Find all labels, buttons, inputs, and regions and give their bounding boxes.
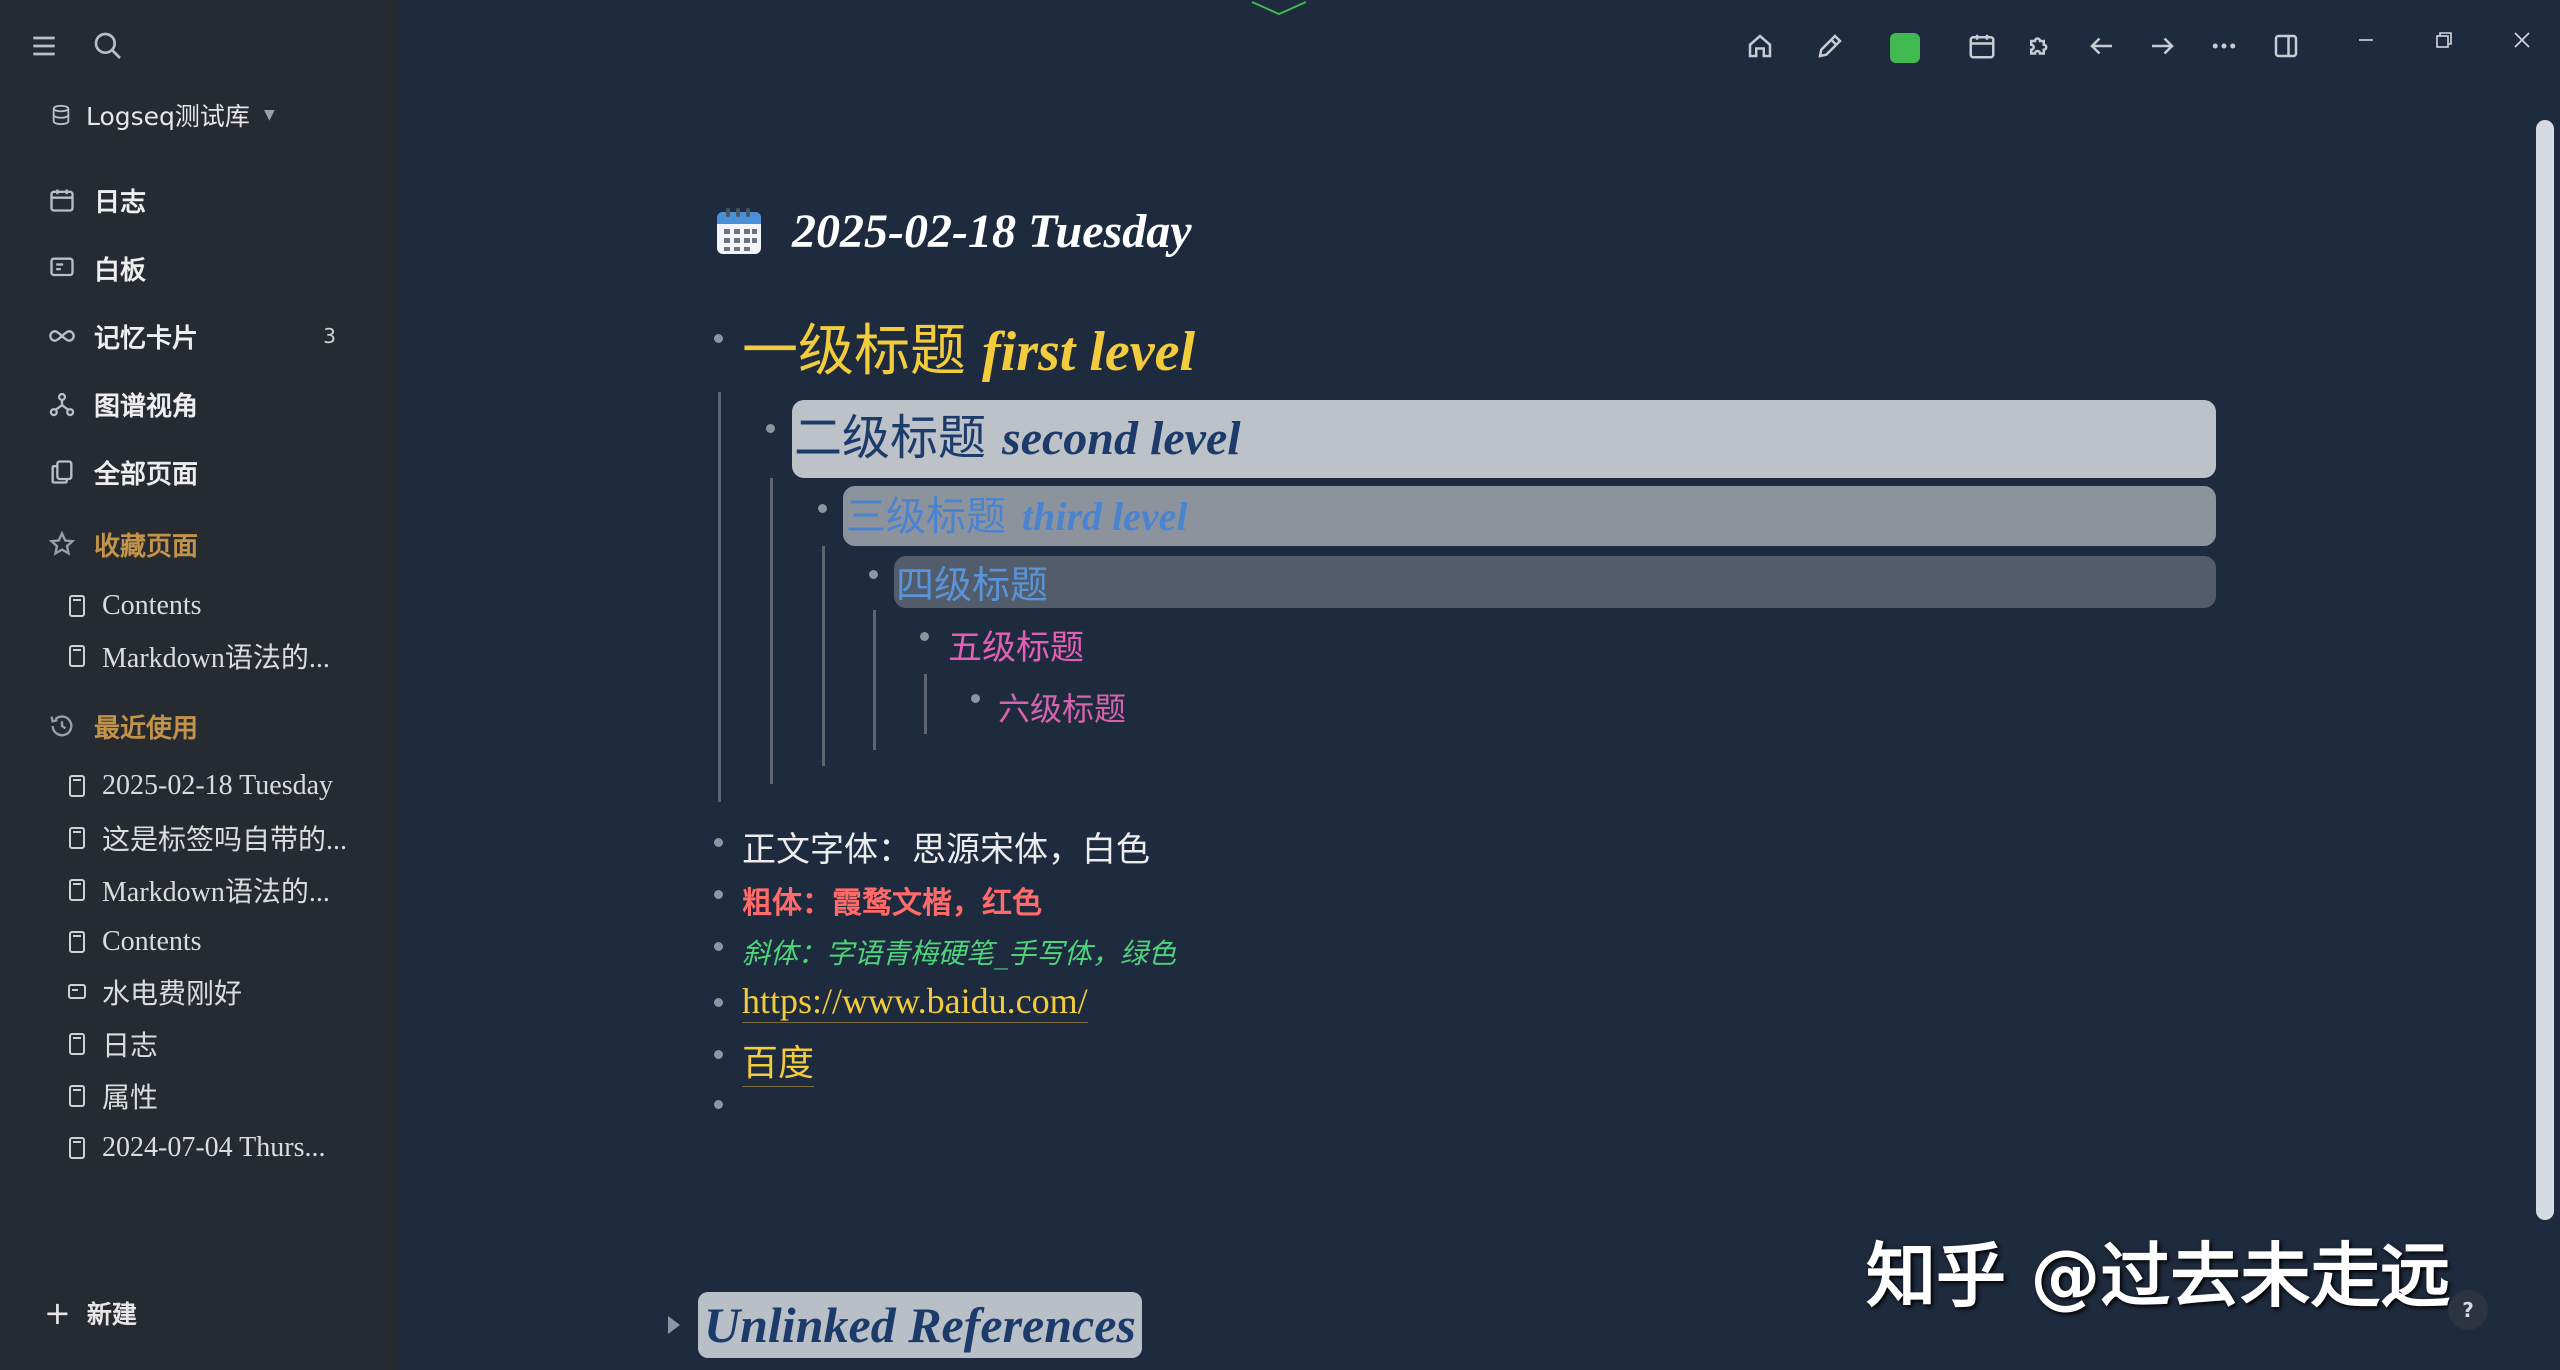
help-button[interactable]: ? <box>2448 1290 2488 1330</box>
block-bullet[interactable] <box>869 570 878 579</box>
triangle-right-icon <box>668 1316 680 1334</box>
page-icon <box>66 826 88 850</box>
block-bullet[interactable] <box>714 334 723 343</box>
outline-guide <box>873 610 876 750</box>
puzzle-icon[interactable] <box>2018 24 2062 68</box>
url-link[interactable]: https://www.baidu.com/ <box>742 980 1088 1023</box>
heading-highlight <box>894 556 2216 608</box>
nav-all-pages[interactable]: 全部页面 <box>48 450 348 494</box>
left-sidebar: Logseq测试库 ▼ 日志 白板 记忆卡片 3 图谱视角 全部页面 收藏页面 … <box>0 0 398 1370</box>
home-icon[interactable] <box>1738 24 1782 68</box>
page-icon <box>66 930 88 954</box>
graph-selector[interactable]: Logseq测试库 ▼ <box>50 98 275 132</box>
favorite-item[interactable]: Markdown语法的... <box>66 636 366 676</box>
calendar-emoji-icon <box>717 208 761 254</box>
menu-icon[interactable] <box>28 30 60 62</box>
bold-text-block[interactable]: 粗体：霞鹜文楷，红色 <box>742 878 1042 922</box>
scrollbar[interactable] <box>2536 120 2554 1220</box>
search-icon[interactable] <box>92 30 124 62</box>
heading-4-block[interactable]: 四级标题 <box>896 554 1048 609</box>
page-icon <box>66 1032 88 1056</box>
recent-item[interactable]: 2025-02-18 Tuesday <box>66 766 366 806</box>
nav-whiteboards[interactable]: 白板 <box>48 246 348 290</box>
nav-label: 全部页面 <box>94 459 199 490</box>
infinity-icon <box>48 322 76 350</box>
arrow-left-icon[interactable] <box>2080 24 2124 68</box>
new-page-button[interactable]: + 新建 <box>44 1294 137 1332</box>
nav-label: 图谱视角 <box>94 391 199 422</box>
block-bullet[interactable] <box>920 632 929 641</box>
outline-guide <box>770 478 773 784</box>
page-icon <box>66 774 88 798</box>
block-bullet[interactable] <box>714 1100 723 1109</box>
block-bullet[interactable] <box>714 998 723 1007</box>
block-bullet[interactable] <box>714 890 723 899</box>
recent-item[interactable]: 属性 <box>66 1076 366 1116</box>
recent-item[interactable]: 2024-07-04 Thurs... <box>66 1128 366 1168</box>
unlinked-references-toggle[interactable]: Unlinked References <box>668 1292 1142 1358</box>
nav-graph-view[interactable]: 图谱视角 <box>48 382 348 426</box>
pages-icon <box>48 458 76 486</box>
page-icon <box>66 644 88 668</box>
whiteboard-icon <box>48 254 76 282</box>
nav-label: 记忆卡片 <box>94 323 199 354</box>
page-icon <box>66 878 88 902</box>
favorite-item[interactable]: Contents <box>66 586 366 626</box>
heading-2-block[interactable]: 二级标题 second level <box>794 398 1241 468</box>
page-icon <box>66 594 88 618</box>
arrow-right-icon[interactable] <box>2140 24 2184 68</box>
right-sidebar-toggle-icon[interactable] <box>2264 24 2308 68</box>
flashcard-count: 3 <box>323 324 336 348</box>
database-icon <box>50 104 72 126</box>
heading-5-block[interactable]: 五级标题 <box>948 620 1084 669</box>
outline-guide <box>718 392 721 802</box>
outline-guide <box>822 546 825 766</box>
close-icon[interactable] <box>2500 18 2544 62</box>
recent-item[interactable]: 日志 <box>66 1024 366 1064</box>
calendar-icon <box>48 186 76 214</box>
nav-flashcards[interactable]: 记忆卡片 3 <box>48 314 348 358</box>
graph-icon <box>48 390 76 418</box>
italic-text-block[interactable]: 斜体：字语青梅硬笔_手写体，绿色 <box>742 932 1176 972</box>
nav-label: 日志 <box>94 187 147 218</box>
recent-item[interactable]: 水电费刚好 <box>66 972 366 1012</box>
calendar-icon[interactable] <box>1960 24 2004 68</box>
chevron-down-icon[interactable] <box>1250 0 1308 16</box>
unlinked-references-title: Unlinked References <box>698 1292 1142 1358</box>
baidu-link[interactable]: 百度 <box>742 1034 815 1087</box>
star-icon <box>48 530 76 558</box>
nav-journals[interactable]: 日志 <box>48 178 348 222</box>
minimize-icon[interactable] <box>2344 18 2388 62</box>
recent-item[interactable]: 这是标签吗自带的... <box>66 818 366 858</box>
plus-icon: + <box>44 1294 71 1332</box>
block-bullet[interactable] <box>714 1050 723 1059</box>
favorites-header[interactable]: 收藏页面 <box>48 524 198 564</box>
block-bullet[interactable] <box>714 942 723 951</box>
outline-guide <box>924 674 927 734</box>
history-icon <box>48 712 76 740</box>
page-icon <box>66 1136 88 1160</box>
recent-header[interactable]: 最近使用 <box>48 706 198 746</box>
recent-item[interactable]: Markdown语法的... <box>66 870 366 910</box>
more-icon[interactable] <box>2202 24 2246 68</box>
chevron-down-icon: ▼ <box>263 107 275 123</box>
heading-1-block[interactable]: 一级标题 first level <box>742 306 1195 387</box>
page-title[interactable]: 2025-02-18 Tuesday <box>716 196 1192 266</box>
restore-icon[interactable] <box>2422 18 2466 62</box>
block-bullet[interactable] <box>714 838 723 847</box>
graph-name: Logseq测试库 <box>86 102 250 131</box>
heading-6-block[interactable]: 六级标题 <box>998 684 1126 730</box>
watermark: 知乎 @过去未走远 <box>1866 1235 2451 1317</box>
heading-3-block[interactable]: 三级标题 third level <box>846 484 1188 542</box>
recent-item[interactable]: Contents <box>66 922 366 962</box>
text-block[interactable]: 正文字体：思源宋体，白色 <box>742 822 1150 871</box>
page-icon <box>66 1084 88 1108</box>
block-bullet[interactable] <box>818 504 827 513</box>
block-bullet[interactable] <box>766 424 775 433</box>
whiteboard-icon <box>66 980 88 1004</box>
status-square[interactable] <box>1890 33 1920 63</box>
nav-label: 白板 <box>94 255 147 286</box>
block-bullet[interactable] <box>971 694 980 703</box>
draw-icon[interactable] <box>1808 24 1852 68</box>
